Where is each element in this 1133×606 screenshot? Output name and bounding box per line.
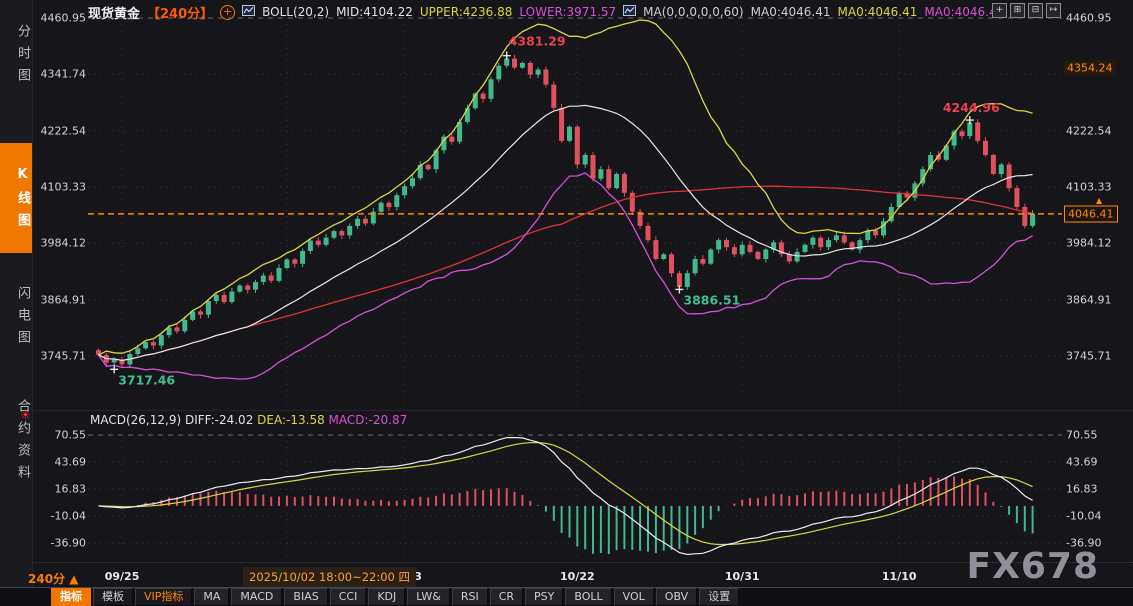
tab-rsi[interactable]: RSI: [452, 588, 488, 606]
tab-boll[interactable]: BOLL: [565, 588, 611, 606]
price-tick-right: 3864.91: [1066, 293, 1112, 306]
time-axis: 240分 ▲ 09/2510/1310/2210/3111/10 2025/10…: [0, 563, 1133, 587]
main-candlestick-chart[interactable]: 3717.46 4381.29 3886.51 4244.96: [88, 11, 1062, 410]
pane-separator: [32, 410, 1133, 411]
period-dropdown[interactable]: 240分 ▲: [28, 570, 78, 587]
tab-macd[interactable]: MACD: [231, 588, 282, 606]
price-tick-left: 4103.33: [34, 181, 86, 194]
price-tick-left: 4341.74: [34, 68, 86, 81]
price-tick-left: 4460.95: [34, 12, 86, 25]
macd-tick-left: 43.69: [34, 455, 86, 468]
macd-tick-left: 70.55: [34, 429, 86, 442]
tab-cci[interactable]: CCI: [330, 588, 367, 606]
macd-tick-left: -36.90: [34, 537, 86, 550]
price-tick-right: 3745.71: [1066, 350, 1112, 363]
indicator-toolbar: 指标模板VIP指标MAMACDBIASCCIKDJLW&RSICRPSYBOLL…: [0, 588, 1133, 606]
macd-tick-right: -10.04: [1066, 510, 1101, 523]
current-price-marker: 4046.41: [1064, 205, 1118, 222]
sidebar-item-time-chart[interactable]: 分时图: [0, 8, 32, 100]
trading-app-window: 分时图K线图闪电图合约资料 ☀ 现货黄金 【240分】 + BOLL(20,2)…: [0, 0, 1133, 606]
tab-ma[interactable]: MA: [194, 588, 229, 606]
price-tick-right: 4222.54: [1066, 124, 1112, 137]
price-annotation: 3886.51: [683, 293, 740, 308]
date-label: 10/22: [560, 570, 595, 583]
price-tick-left: 3745.71: [34, 350, 86, 363]
bar-time-tooltip: 2025/10/02 18:00~22:00 四: [243, 567, 416, 587]
tab-obv[interactable]: OBV: [656, 588, 697, 606]
macd-tick-right: 43.69: [1066, 455, 1098, 468]
macd-tick-right: 16.83: [1066, 482, 1098, 495]
tab-psy[interactable]: PSY: [525, 588, 563, 606]
sidebar-item-contract-info[interactable]: 合约资料: [0, 376, 32, 504]
macd-macd-value: MACD:-20.87: [329, 413, 408, 427]
tab-lwr[interactable]: LW&: [407, 588, 450, 606]
price-marker-arrow-icon: ▲: [1096, 196, 1102, 205]
red-alert-icon[interactable]: ☀: [20, 409, 31, 421]
macd-tick-left: 16.83: [34, 482, 86, 495]
watermark: FX678: [967, 546, 1100, 587]
price-tick-right: 4103.33: [1066, 181, 1112, 194]
price-tick-left: 3864.91: [34, 293, 86, 306]
price-tick-left: 3984.12: [34, 237, 86, 250]
tab-vol[interactable]: VOL: [614, 588, 654, 606]
tab-template[interactable]: 模板: [93, 588, 133, 606]
macd-dea-value: DEA:-13.58: [257, 413, 325, 427]
price-tick-right: 3984.12: [1066, 237, 1112, 250]
date-label: 09/25: [105, 570, 140, 583]
price-annotation: 4244.96: [943, 100, 1000, 115]
upper-price-marker: 4354.24: [1064, 61, 1116, 76]
sidebar: 分时图 K线图闪电图合约资料: [0, 0, 33, 588]
tab-indicator[interactable]: 指标: [51, 588, 91, 606]
macd-chart[interactable]: [88, 420, 1062, 562]
sidebar-item-lightning-chart[interactable]: 闪电图: [0, 268, 32, 364]
macd-tick-right: 70.55: [1066, 429, 1098, 442]
price-annotation: 3717.46: [118, 372, 175, 387]
tab-bias[interactable]: BIAS: [284, 588, 327, 606]
date-label: 10/31: [725, 570, 760, 583]
tab-vip-indicator[interactable]: VIP指标: [135, 588, 192, 606]
macd-diff-value: MACD(26,12,9) DIFF:-24.02: [90, 413, 253, 427]
date-label: 11/10: [882, 570, 917, 583]
sidebar-item-kline-chart[interactable]: K线图: [0, 143, 32, 253]
price-tick-left: 4222.54: [34, 124, 86, 137]
tab-kdj[interactable]: KDJ: [368, 588, 405, 606]
macd-header: MACD(26,12,9) DIFF:-24.02 DEA:-13.58 MAC…: [90, 413, 407, 427]
price-annotation: 4381.29: [509, 34, 566, 49]
tab-cr[interactable]: CR: [490, 588, 523, 606]
macd-tick-left: -10.04: [34, 510, 86, 523]
tab-settings[interactable]: 设置: [699, 588, 739, 606]
price-tick-right: 4460.95: [1066, 12, 1112, 25]
